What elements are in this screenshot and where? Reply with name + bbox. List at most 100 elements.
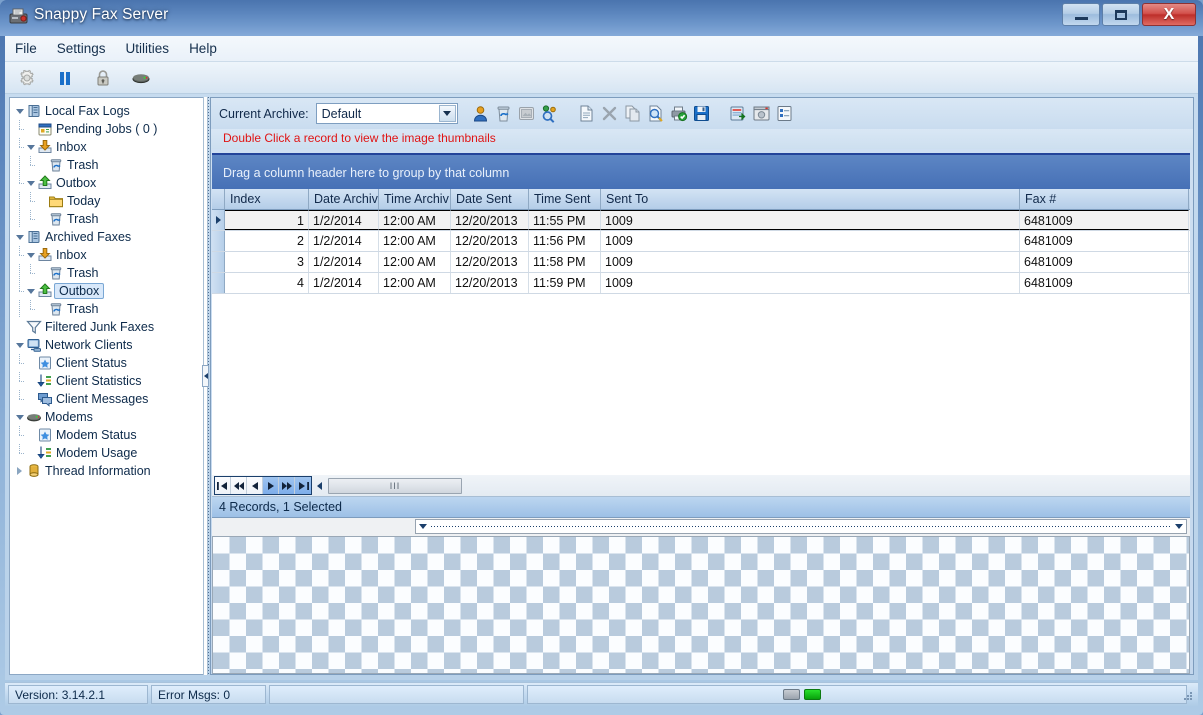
next-record-button[interactable] [263,477,279,494]
tree-item-label: Trash [67,158,99,172]
tree-item-label: Client Messages [56,392,149,406]
modem-active-indicator [804,689,821,700]
preview-icon[interactable] [646,104,665,123]
resize-grip[interactable] [1180,689,1194,703]
expander-collapse-icon[interactable] [25,178,36,189]
archive-action-icons [471,104,794,123]
database-icon [26,103,42,119]
pause-icon[interactable] [55,68,75,88]
status-blank [269,685,524,704]
grid-header: Index Date Archiv Time Archiv Date Sent Time… [212,189,1190,210]
close-button[interactable]: X [1142,3,1196,26]
grid-column-header[interactable]: Time Archiv [379,189,451,209]
save-disk-icon[interactable] [692,104,711,123]
tree-item-network-clients[interactable]: Network Clients [14,336,205,354]
lock-icon[interactable] [93,68,113,88]
tree-item-inbox[interactable]: Inbox [14,138,205,156]
tree-item-thread-information[interactable]: Thread Information [14,462,205,480]
tree-item-modem-usage[interactable]: Modem Usage [14,444,205,462]
tree-item-filtered-junk-faxes[interactable]: Filtered Junk Faxes [14,318,205,336]
status-page-icon [37,427,53,443]
prev-page-button[interactable] [231,477,247,494]
tree-item-modems[interactable]: Modems [14,408,205,426]
table-row[interactable]: 4 1/2/2014 12:00 AM 12/20/2013 11:59 PM 1009 6… [212,273,1190,294]
prev-record-button[interactable] [247,477,263,494]
group-search-icon[interactable] [540,104,559,123]
tree-guide [25,156,36,174]
last-record-button[interactable] [295,477,311,494]
tree-item-client-statistics[interactable]: Client Statistics [14,372,205,390]
gear-icon[interactable] [17,68,37,88]
tree-item-trash[interactable]: Trash [14,264,205,282]
screenshot-icon[interactable] [752,104,771,123]
horizontal-scrollbar[interactable]: III [328,477,462,494]
tree-guide [14,138,25,156]
user-icon[interactable] [471,104,490,123]
tree-item-inbox[interactable]: Inbox [14,246,205,264]
table-cell: 1/2/2014 [309,273,379,293]
restore-from-trash-icon[interactable] [494,104,513,123]
menu-help[interactable]: Help [179,38,227,59]
tree-item-label: Trash [67,212,99,226]
thumbnail-select[interactable] [415,519,1187,534]
trash-icon [48,301,64,317]
thumbnail-preview-area[interactable] [212,536,1190,674]
panel-splitter[interactable] [201,97,210,675]
tree-guide [25,192,36,210]
first-record-button[interactable] [215,477,231,494]
tree-item-pending-jobs-0[interactable]: Pending Jobs ( 0 ) [14,120,205,138]
title-bar[interactable]: Snappy Fax Server X [0,0,1203,36]
minimize-button[interactable] [1062,3,1100,26]
expander-expand-icon[interactable] [14,466,25,477]
expander-collapse-icon[interactable] [14,340,25,351]
chevron-down-icon[interactable] [438,105,456,122]
menu-file[interactable]: File [5,38,47,59]
tree-item-archived-faxes[interactable]: Archived Faxes [14,228,205,246]
group-by-dropzone[interactable]: Drag a column header here to group by th… [212,153,1190,189]
splitter-collapse-button[interactable] [202,365,209,387]
next-page-button[interactable] [279,477,295,494]
print-ok-icon[interactable] [669,104,688,123]
tree-item-client-status[interactable]: Client Status [14,354,205,372]
table-cell: 2 [225,231,309,251]
menu-settings[interactable]: Settings [47,38,116,59]
tree-item-local-fax-logs[interactable]: Local Fax Logs [14,102,205,120]
hscroll-left-arrow[interactable] [312,481,326,490]
expander-collapse-icon[interactable] [14,232,25,243]
tree-item-label: Modems [45,410,93,424]
expander-collapse-icon[interactable] [14,412,25,423]
new-page-icon[interactable] [577,104,596,123]
grid-column-header[interactable]: Date Sent [451,189,529,209]
table-row[interactable]: 3 1/2/2014 12:00 AM 12/20/2013 11:58 PM 1009 6… [212,252,1190,273]
tree-guide [25,300,36,318]
grid-column-header[interactable]: Index [225,189,309,209]
tree-item-trash[interactable]: Trash [14,156,205,174]
grid-column-header[interactable]: Date Archiv [309,189,379,209]
export-icon[interactable] [729,104,748,123]
tree-item-outbox[interactable]: Outbox [14,282,205,300]
copy-icon[interactable] [623,104,642,123]
tree-item-trash[interactable]: Trash [14,300,205,318]
grid-column-header[interactable]: Fax # [1020,189,1189,209]
grid-column-header[interactable]: Sent To [601,189,1020,209]
modem-icon[interactable] [131,68,151,88]
tree-item-client-messages[interactable]: Client Messages [14,390,205,408]
expander-collapse-icon[interactable] [14,106,25,117]
table-row[interactable]: 2 1/2/2014 12:00 AM 12/20/2013 11:56 PM 1009 6… [212,231,1190,252]
table-cell: 11:59 PM [529,273,601,293]
tree-item-today[interactable]: Today [14,192,205,210]
delete-x-icon[interactable] [600,104,619,123]
tree-item-outbox[interactable]: Outbox [14,174,205,192]
list-detail-icon[interactable] [775,104,794,123]
expander-collapse-icon[interactable] [25,286,36,297]
tree-item-trash[interactable]: Trash [14,210,205,228]
table-cell: 11:58 PM [529,252,601,272]
expander-collapse-icon[interactable] [25,142,36,153]
maximize-button[interactable] [1102,3,1140,26]
expander-collapse-icon[interactable] [25,250,36,261]
archive-select[interactable]: Default [315,103,458,124]
table-row[interactable]: 1 1/2/2014 12:00 AM 12/20/2013 11:55 PM 1009 6… [212,210,1190,231]
tree-item-modem-status[interactable]: Modem Status [14,426,205,444]
menu-utilities[interactable]: Utilities [116,38,180,59]
grid-column-header[interactable]: Time Sent [529,189,601,209]
